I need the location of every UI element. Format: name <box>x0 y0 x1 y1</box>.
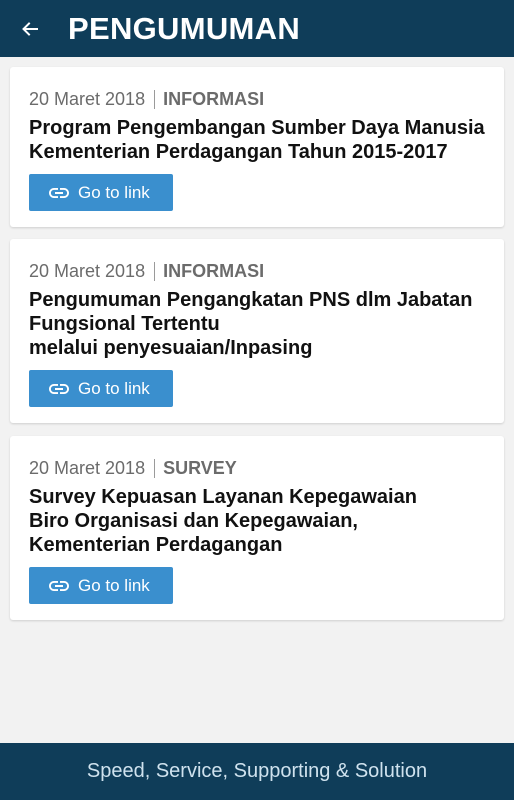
go-to-link-button[interactable]: Go to link <box>29 174 173 211</box>
go-to-link-button[interactable]: Go to link <box>29 567 173 604</box>
announcement-date: 20 Maret 2018 <box>29 260 146 281</box>
arrow-left-icon <box>22 21 38 36</box>
announcement-title: Survey Kepuasan Layanan Kepegawaian Biro… <box>29 485 485 557</box>
back-button[interactable] <box>0 0 60 57</box>
announcement-title: Pengumuman Pengangkatan PNS dlm Jabatan … <box>29 288 485 360</box>
announcement-category: INFORMASI <box>163 88 265 109</box>
go-to-link-button[interactable]: Go to link <box>29 370 173 407</box>
go-to-link-label: Go to link <box>78 575 150 595</box>
announcement-category: SURVEY <box>163 457 237 478</box>
card-meta: 20 Maret 2018 INFORMASI <box>29 89 485 109</box>
announcement-date: 20 Maret 2018 <box>29 88 146 109</box>
meta-divider <box>154 261 156 281</box>
title-line: Program Pengembangan Sumber Daya Manusia <box>29 117 485 139</box>
announcement-date: 20 Maret 2018 <box>29 457 146 478</box>
go-to-link-label: Go to link <box>78 378 150 398</box>
meta-divider <box>154 89 156 109</box>
announcement-card: 20 Maret 2018 SURVEY Survey Kepuasan Lay… <box>10 436 504 620</box>
announcement-category: INFORMASI <box>163 260 265 281</box>
meta-divider <box>154 458 156 478</box>
title-line: Kementerian Perdagangan <box>29 534 283 556</box>
title-line: Survey Kepuasan Layanan Kepegawaian <box>29 486 417 508</box>
card-meta: 20 Maret 2018 SURVEY <box>29 458 485 478</box>
announcement-title: Program Pengembangan Sumber Daya Manusia… <box>29 116 485 164</box>
title-line: Pengumuman Pengangkatan PNS dlm Jabatan <box>29 289 473 311</box>
link-icon <box>49 187 69 198</box>
link-icon <box>49 580 69 591</box>
title-line: Fungsional Tertentu <box>29 313 220 335</box>
page-title: PENGUMUMAN <box>68 10 301 46</box>
app-header: PENGUMUMAN <box>0 0 514 57</box>
card-meta: 20 Maret 2018 INFORMASI <box>29 261 485 281</box>
title-line: melalui penyesuaian/Inpasing <box>29 337 313 359</box>
announcement-card: 20 Maret 2018 INFORMASI Program Pengemba… <box>10 67 504 227</box>
title-line: Biro Organisasi dan Kepegawaian, <box>29 510 358 532</box>
link-icon <box>49 383 69 394</box>
announcement-card: 20 Maret 2018 INFORMASI Pengumuman Penga… <box>10 239 504 423</box>
app-footer: Speed, Service, Supporting & Solution <box>0 743 514 800</box>
title-line: Kementerian Perdagangan Tahun 2015-2017 <box>29 141 448 163</box>
go-to-link-label: Go to link <box>78 182 150 202</box>
footer-tagline: Speed, Service, Supporting & Solution <box>86 760 428 782</box>
